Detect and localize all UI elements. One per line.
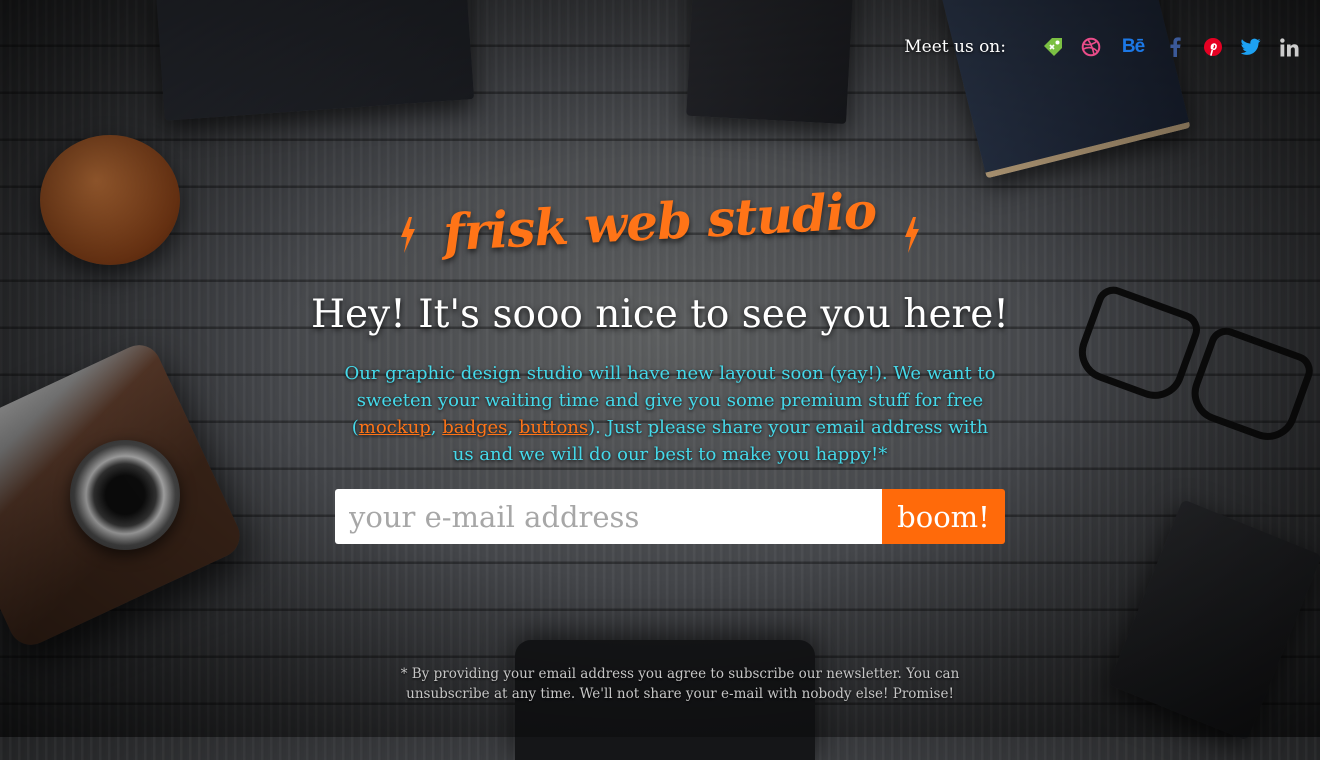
behance-icon[interactable]: Bē xyxy=(1118,36,1148,58)
meet-us-label: Meet us on: xyxy=(904,37,1006,57)
book-decoration xyxy=(155,0,475,121)
intro-text: Our graphic design studio will have new … xyxy=(340,360,1000,468)
mockup-link[interactable]: mockup xyxy=(359,417,431,438)
buttons-link[interactable]: buttons xyxy=(519,417,588,438)
logo-text: frisk web studio xyxy=(442,180,878,263)
notebook-decoration xyxy=(1108,499,1320,741)
submit-button[interactable]: boom! xyxy=(882,489,1005,544)
book-decoration xyxy=(939,0,1191,179)
lightning-bolt-icon xyxy=(904,216,919,253)
pinterest-icon[interactable] xyxy=(1202,36,1224,58)
intro-separator: , xyxy=(507,417,519,438)
linkedin-icon[interactable] xyxy=(1278,36,1300,58)
email-input[interactable] xyxy=(335,489,882,544)
social-links: Meet us on: Bē xyxy=(904,36,1300,58)
newsletter-form: boom! xyxy=(335,489,1005,544)
dribbble-icon[interactable] xyxy=(1080,36,1102,58)
badges-link[interactable]: badges xyxy=(442,417,507,438)
page-title: Hey! It's sooo nice to see you here! xyxy=(311,292,1009,337)
twitter-icon[interactable] xyxy=(1240,36,1262,58)
book-decoration xyxy=(686,0,854,125)
intro-separator: , xyxy=(430,417,443,438)
tag-icon[interactable] xyxy=(1042,36,1064,58)
camera-lens-decoration xyxy=(70,440,180,550)
newsletter-disclaimer: * By providing your email address you ag… xyxy=(400,666,960,702)
studio-logo: frisk web studio xyxy=(0,181,1320,262)
facebook-icon[interactable] xyxy=(1164,36,1186,58)
lightning-bolt-icon xyxy=(401,216,416,253)
